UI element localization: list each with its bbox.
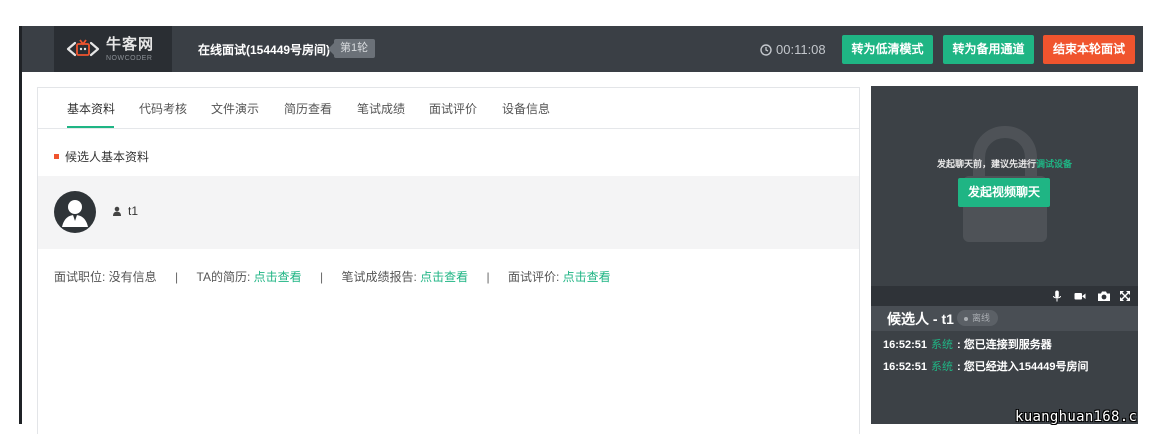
video-camera-icon[interactable]: [1074, 290, 1086, 302]
tab-resume[interactable]: 简历查看: [284, 100, 332, 117]
view-evaluation-link[interactable]: 点击查看: [563, 270, 611, 284]
interview-timer: 00:11:08: [760, 42, 826, 57]
room-title: 在线面试(154449号房间): [198, 43, 331, 57]
backup-channel-button[interactable]: 转为备用通道: [943, 35, 1034, 64]
profile-band: t1: [38, 176, 859, 249]
position-label: 面试职位:: [54, 270, 109, 284]
logo-subtitle: NOWCODER: [106, 54, 153, 62]
tab-device-info[interactable]: 设备信息: [502, 100, 550, 117]
section-title: 候选人基本资料: [54, 148, 149, 165]
watermark: kuanghuan168.c: [1015, 409, 1138, 425]
video-area: 发起聊天前，建议先进行调试设备 发起视频聊天: [871, 86, 1138, 286]
tab-basic-info[interactable]: 基本资料: [67, 100, 115, 117]
user-icon: [113, 206, 121, 216]
end-round-button[interactable]: 结束本轮面试: [1043, 35, 1135, 64]
candidate-info-row: 面试职位: 没有信息 | TA的简历: 点击查看 | 笔试成绩报告: 点击查看 …: [54, 268, 611, 285]
media-controls: [871, 286, 1138, 306]
tab-file-demo[interactable]: 文件演示: [211, 100, 259, 117]
status-dot-icon: [964, 316, 968, 321]
top-bar: 牛客网 NOWCODER 在线面试(154449号房间) 第1轮 00:11:0…: [22, 26, 1143, 72]
start-video-chat-button[interactable]: 发起视频聊天: [958, 178, 1050, 207]
device-test-hint: 发起聊天前，建议先进行调试设备: [936, 159, 1073, 169]
position-value: 没有信息: [108, 270, 157, 284]
chat-message: 16:52:51 系统: 您已经进入154449号房间: [883, 361, 1089, 373]
window-left-edge: [19, 26, 22, 424]
separator: |: [175, 270, 179, 284]
separator: |: [319, 270, 324, 284]
low-quality-mode-button[interactable]: 转为低清模式: [842, 35, 933, 64]
round-badge: 第1轮: [327, 39, 376, 58]
chat-message: 16:52:51 系统: 您已连接到服务器: [883, 339, 1052, 351]
fullscreen-icon[interactable]: [1119, 290, 1131, 302]
tab-evaluation[interactable]: 面试评价: [429, 100, 477, 117]
logo-name: 牛客网: [106, 35, 155, 53]
microphone-icon[interactable]: [1051, 290, 1063, 302]
view-resume-link[interactable]: 点击查看: [254, 270, 302, 284]
person-avatar-icon: [62, 200, 88, 227]
nowcoder-logo-icon: [66, 39, 100, 57]
camera-snapshot-icon[interactable]: [1097, 290, 1111, 302]
candidate-bar: 候选人 - t1 离线: [871, 306, 1138, 331]
evaluation-label: 面试评价:: [507, 270, 563, 284]
view-exam-report-link[interactable]: 点击查看: [420, 270, 468, 284]
tab-bar: 基本资料 代码考核 文件演示 简历查看 笔试成绩 面试评价 设备信息: [38, 88, 859, 129]
avatar: [54, 191, 96, 233]
candidate-username: t1: [128, 204, 139, 218]
logo[interactable]: 牛客网 NOWCODER: [54, 26, 172, 72]
resume-label: TA的简历:: [196, 270, 254, 284]
status-badge: 离线: [957, 310, 999, 326]
main-panel: 基本资料 代码考核 文件演示 简历查看 笔试成绩 面试评价 设备信息 候选人基本…: [37, 87, 860, 434]
clock-icon: [760, 43, 772, 56]
separator: |: [486, 270, 490, 284]
tab-exam-score[interactable]: 笔试成绩: [357, 100, 405, 117]
video-chat-panel: 发起聊天前，建议先进行调试设备 发起视频聊天 候选人 - t1 离线 16:52…: [871, 86, 1138, 424]
timer-value: 00:11:08: [776, 42, 826, 57]
tab-code-test[interactable]: 代码考核: [139, 100, 187, 117]
active-tab-indicator: [67, 126, 114, 128]
candidate-name: 候选人 - t1: [887, 311, 954, 327]
section-marker-icon: [54, 154, 59, 159]
device-test-link[interactable]: 调试设备: [1036, 159, 1072, 169]
exam-report-label: 笔试成绩报告:: [341, 270, 421, 284]
